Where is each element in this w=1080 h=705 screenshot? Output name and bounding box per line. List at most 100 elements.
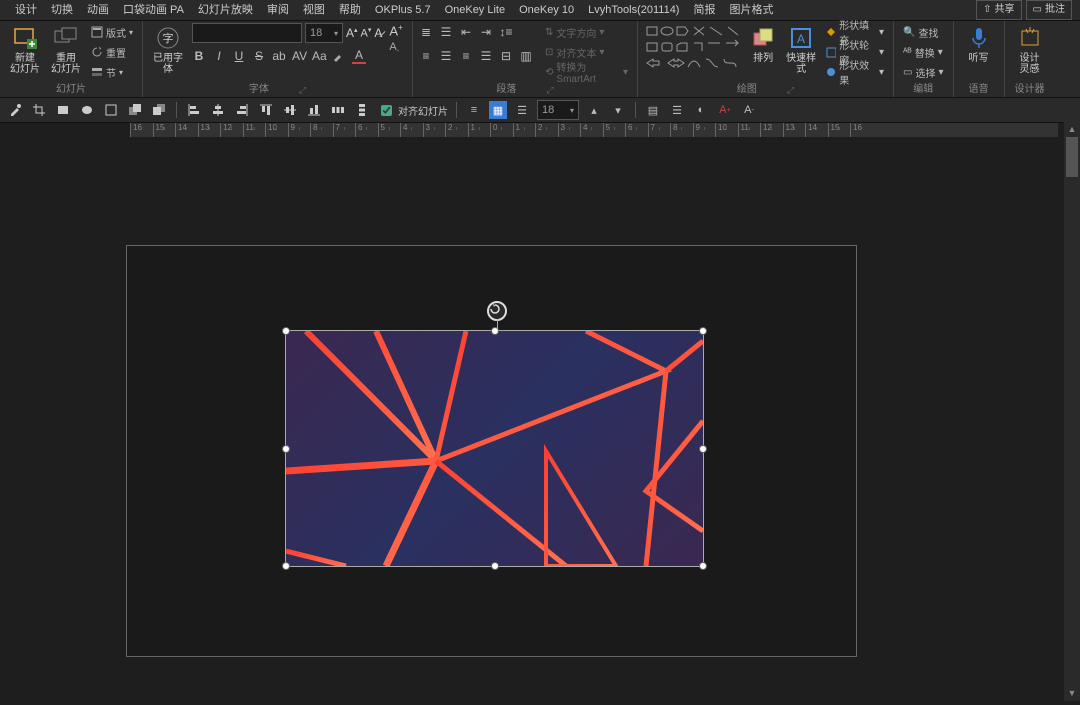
resize-handle-br[interactable] — [699, 562, 707, 570]
tab-review[interactable]: 审阅 — [260, 0, 296, 20]
tab-animation[interactable]: 动画 — [80, 0, 116, 20]
bullets-button[interactable]: ≣ — [419, 25, 433, 39]
reuse-slide-button[interactable]: 重用 幻灯片 — [47, 23, 85, 77]
qat-align-top[interactable] — [257, 101, 275, 119]
qat-eyedropper[interactable] — [6, 101, 24, 119]
arrange-button[interactable]: 排列 — [747, 23, 779, 66]
qat-new[interactable] — [102, 101, 120, 119]
tab-onekey10[interactable]: OneKey 10 — [512, 0, 581, 20]
shape-effect-button[interactable]: 形状效果 ▾ — [823, 63, 887, 81]
subscript-icon[interactable]: A- — [389, 41, 402, 55]
shapes-gallery[interactable] — [644, 23, 744, 75]
align-right-button[interactable]: ≡ — [459, 49, 473, 63]
qat-align-center-h[interactable] — [209, 101, 227, 119]
select-button[interactable]: ▭选择 ▾ — [900, 63, 946, 81]
tab-okplus[interactable]: OKPlus 5.7 — [368, 0, 438, 20]
qat-para1[interactable]: ≡ — [465, 101, 483, 119]
bold-button[interactable]: B — [192, 49, 206, 63]
qat-fontbig[interactable]: A+ — [716, 101, 734, 119]
tab-picformat[interactable]: 图片格式 — [722, 0, 780, 20]
design-ideas-button[interactable]: 设计 灵感 — [1011, 23, 1049, 77]
tab-slideshow[interactable]: 幻灯片放映 — [191, 0, 260, 20]
qat-rect[interactable] — [54, 101, 72, 119]
align-to-slide-checkbox[interactable]: 对齐幻灯片 — [377, 102, 448, 119]
resize-handle-l[interactable] — [282, 445, 290, 453]
tab-lvyh[interactable]: LvyhTools(201114) — [581, 0, 686, 20]
dictate-button[interactable]: 听写 — [960, 23, 998, 66]
resize-handle-b[interactable] — [491, 562, 499, 570]
resize-handle-tr[interactable] — [699, 327, 707, 335]
shadow-button[interactable]: ab — [272, 49, 286, 63]
qat-bring-front[interactable] — [126, 101, 144, 119]
qat-crop[interactable] — [30, 101, 48, 119]
qat-align-middle-v[interactable] — [281, 101, 299, 119]
font-dialog-launcher[interactable]: ⤢ — [299, 84, 306, 96]
qat-list1[interactable]: ▤ — [644, 101, 662, 119]
superscript-icon[interactable]: A+ — [389, 23, 402, 38]
tab-onekeylite[interactable]: OneKey Lite — [438, 0, 513, 20]
align-left-button[interactable]: ≡ — [419, 49, 433, 63]
shrink-font-icon[interactable]: A▾ — [361, 26, 372, 40]
qat-anim[interactable]: ◐ — [692, 101, 710, 119]
rotate-handle[interactable] — [487, 301, 507, 321]
find-button[interactable]: 🔍查找 — [900, 23, 946, 41]
clear-format-icon[interactable]: A̷ — [374, 26, 382, 40]
reset-button[interactable]: 重置 — [88, 43, 136, 61]
indent-inc-button[interactable]: ⇥ — [479, 25, 493, 39]
strike-button[interactable]: S — [252, 49, 266, 63]
qat-dist-v[interactable] — [353, 101, 371, 119]
share-button[interactable]: ⇧共享 — [976, 0, 1021, 20]
qat-fontsmall[interactable]: A- — [740, 101, 758, 119]
qat-oval[interactable] — [78, 101, 96, 119]
vertical-scrollbar[interactable]: ▲ ▼ — [1064, 121, 1080, 701]
scroll-up-arrow[interactable]: ▲ — [1064, 121, 1080, 137]
quick-style-button[interactable]: A 快速样式 — [782, 23, 820, 77]
qat-align-left[interactable] — [185, 101, 203, 119]
font-color-button[interactable]: A — [352, 48, 366, 64]
distribute-button[interactable]: ⊟ — [499, 49, 513, 63]
tab-transition[interactable]: 切换 — [44, 0, 80, 20]
columns-button[interactable]: ▥ — [519, 49, 533, 63]
linespacing-button[interactable]: ↕≡ — [499, 25, 513, 39]
tab-design[interactable]: 设计 — [8, 0, 44, 20]
qat-send-back[interactable] — [150, 101, 168, 119]
qat-size-select[interactable]: 18▾ — [537, 100, 579, 120]
font-family-select[interactable] — [192, 23, 302, 43]
para-dialog-launcher[interactable]: ⤢ — [546, 84, 553, 96]
scroll-thumb[interactable] — [1066, 137, 1078, 177]
grow-font-icon[interactable]: A▴ — [346, 26, 358, 40]
numbering-button[interactable]: ☰ — [439, 25, 453, 39]
spacing-button[interactable]: AV — [292, 49, 306, 63]
qat-align-bottom[interactable] — [305, 101, 323, 119]
smartart-button[interactable]: ⟲ 转换为 SmartArt ▾ — [542, 63, 631, 81]
italic-button[interactable]: I — [212, 49, 226, 63]
draw-dialog-launcher[interactable]: ⤢ — [787, 84, 794, 96]
used-font-button[interactable]: 字 已用字 体 — [149, 23, 187, 77]
qat-para3[interactable]: ☰ — [513, 101, 531, 119]
scroll-down-arrow[interactable]: ▼ — [1064, 685, 1080, 701]
resize-handle-tl[interactable] — [282, 327, 290, 335]
qat-list2[interactable]: ☰ — [668, 101, 686, 119]
qat-align-right[interactable] — [233, 101, 251, 119]
selected-image[interactable] — [285, 330, 704, 567]
tab-help[interactable]: 帮助 — [332, 0, 368, 20]
qat-inc[interactable]: ▴ — [585, 101, 603, 119]
indent-dec-button[interactable]: ⇤ — [459, 25, 473, 39]
case-button[interactable]: Aa — [312, 49, 326, 63]
underline-button[interactable]: U — [232, 49, 246, 63]
resize-handle-bl[interactable] — [282, 562, 290, 570]
font-size-select[interactable]: 18▾ — [305, 23, 343, 43]
comment-button[interactable]: ▭批注 — [1026, 0, 1072, 20]
tab-view[interactable]: 视图 — [296, 0, 332, 20]
tab-pa[interactable]: 口袋动画 PA — [116, 0, 191, 20]
align-center-button[interactable]: ☰ — [439, 49, 453, 63]
new-slide-button[interactable]: 新建 幻灯片 — [6, 23, 44, 77]
qat-para2[interactable]: ▦ — [489, 101, 507, 119]
highlight-button[interactable] — [332, 50, 346, 62]
replace-button[interactable]: ᴬᴮ替换 ▾ — [900, 43, 946, 61]
section-button[interactable]: 节 ▾ — [88, 63, 136, 81]
layout-button[interactable]: 版式 ▾ — [88, 23, 136, 41]
qat-dist-h[interactable] — [329, 101, 347, 119]
qat-dec[interactable]: ▾ — [609, 101, 627, 119]
justify-button[interactable]: ☰ — [479, 49, 493, 63]
